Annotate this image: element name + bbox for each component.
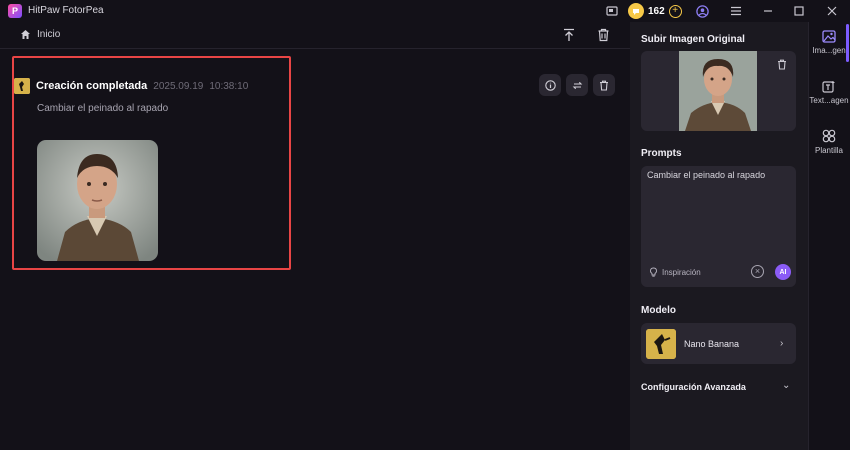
rail-tab-text-to-image[interactable]: Text...agen xyxy=(808,80,850,105)
image-icon xyxy=(822,30,836,43)
rail-tab-template[interactable]: Plantilla xyxy=(808,129,850,155)
close-icon[interactable] xyxy=(824,3,840,19)
mini-window-icon[interactable] xyxy=(604,3,620,19)
template-icon xyxy=(822,129,836,143)
model-thumbnail-mini xyxy=(14,78,30,94)
task-date: 2025.09.19 xyxy=(153,80,204,92)
info-button[interactable] xyxy=(539,74,561,96)
info-icon xyxy=(544,79,556,91)
inspiration-button[interactable]: Inspiración xyxy=(649,267,701,277)
rail-tab-image[interactable]: Ima...gen xyxy=(808,30,850,55)
task-prompt: Cambiar el peinado al rapado xyxy=(37,103,169,114)
app-window: P HitPaw FotorPea 162 + Inicio Creación … xyxy=(0,0,850,450)
add-credits-icon[interactable]: + xyxy=(668,4,682,18)
credit-count: 162 xyxy=(648,5,665,17)
regenerate-icon xyxy=(572,81,582,89)
ai-enhance-button[interactable]: AI xyxy=(775,264,791,280)
coin-icon xyxy=(628,3,644,19)
task-time: 10:38:10 xyxy=(209,80,249,92)
home-icon xyxy=(21,30,30,39)
upload-section-title: Subir Imagen Original xyxy=(641,34,745,45)
task-title: Creación completada xyxy=(36,80,148,92)
main-toolbar: Inicio xyxy=(0,22,630,49)
title-bar: P HitPaw FotorPea 162 + xyxy=(0,0,850,22)
uploaded-image xyxy=(679,51,757,131)
home-label: Inicio xyxy=(37,29,61,40)
trash-icon xyxy=(600,80,608,91)
app-title: HitPaw FotorPea xyxy=(28,5,104,16)
app-logo-icon: P xyxy=(8,4,22,18)
maximize-icon[interactable] xyxy=(791,3,807,19)
text-to-image-icon xyxy=(822,81,835,93)
remove-upload-icon[interactable] xyxy=(777,57,789,70)
inspiration-label: Inspiración xyxy=(662,267,701,277)
result-image[interactable] xyxy=(37,140,158,261)
prompts-section-title: Prompts xyxy=(641,148,682,159)
delete-all-icon[interactable] xyxy=(595,27,611,43)
model-section-title: Modelo xyxy=(641,305,676,316)
chevron-down-icon[interactable]: ⌄ xyxy=(782,380,790,391)
user-avatar-icon[interactable] xyxy=(694,3,710,19)
upload-top-icon[interactable] xyxy=(561,27,577,43)
lightbulb-icon xyxy=(650,267,657,277)
credits-display[interactable]: 162 + xyxy=(628,3,682,19)
chevron-right-icon: › xyxy=(780,338,784,349)
regenerate-button[interactable] xyxy=(566,74,588,96)
rail-tab-template-label: Plantilla xyxy=(814,146,843,155)
rail-tab-text-to-image-label: Text...agen xyxy=(809,96,849,105)
minimize-icon[interactable] xyxy=(760,3,776,19)
advanced-settings-title[interactable]: Configuración Avanzada xyxy=(641,382,746,392)
model-name: Nano Banana xyxy=(684,339,740,349)
result-card-header: Creación completada 2025.09.19 10:38:10 xyxy=(14,78,248,94)
clear-prompt-icon[interactable]: × xyxy=(751,265,764,278)
prompt-input-text[interactable]: Cambiar el peinado al rapado xyxy=(647,170,765,180)
home-link[interactable]: Inicio xyxy=(20,29,60,40)
rail-tab-image-label: Ima...gen xyxy=(812,46,846,55)
menu-icon[interactable] xyxy=(728,3,744,19)
delete-result-button[interactable] xyxy=(593,74,615,96)
model-thumbnail xyxy=(646,329,676,359)
